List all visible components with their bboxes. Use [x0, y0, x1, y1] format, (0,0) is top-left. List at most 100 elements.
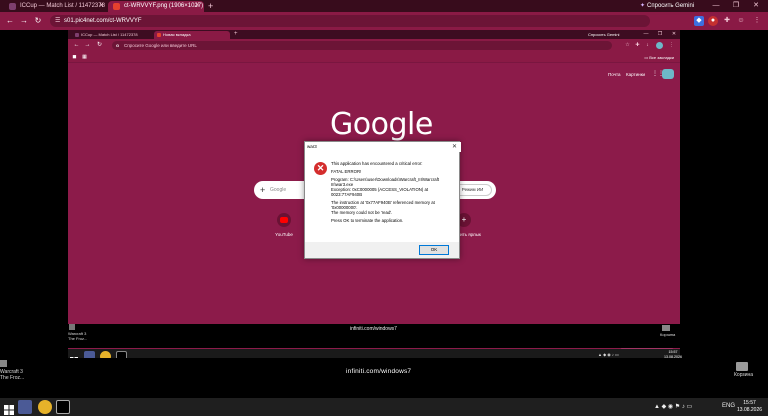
close-icon[interactable]: ✕: [195, 1, 200, 12]
extensions-puzzle-icon[interactable]: ✚: [722, 16, 732, 26]
menu-icon[interactable]: ⋮: [668, 42, 675, 49]
outer-clock[interactable]: 15:57 13.08.2026: [737, 400, 762, 414]
images-link[interactable]: Картинки: [626, 72, 645, 77]
warcraft-app-icon[interactable]: [0, 360, 7, 367]
all-bookmarks[interactable]: ▭ Все закладки: [644, 52, 674, 63]
start-button[interactable]: [4, 402, 14, 415]
error-icon: ✕: [314, 162, 327, 175]
menu-icon[interactable]: ⋮: [752, 16, 762, 26]
add-icon[interactable]: +: [260, 181, 265, 199]
apps-icon[interactable]: ▦: [81, 54, 88, 61]
bookmarks-bar: ◼ ▦ ▭ Все закладки: [68, 52, 680, 63]
message-line: Program: C:\Users\user\Downloads\Warcraf…: [331, 177, 440, 197]
inner-tab-newtab[interactable]: Новая вкладка: [154, 31, 230, 39]
recycle-bin-label: Корзина: [660, 332, 676, 337]
clock-time: 15:57: [743, 400, 756, 406]
maximize-icon[interactable]: ❐: [730, 0, 742, 12]
message-line: Press OK to terminate the application.: [331, 218, 404, 223]
tab-label: Новая вкладка: [163, 32, 191, 37]
inner-address-bar[interactable]: G Спросите Google или введите URL: [112, 41, 612, 50]
back-icon[interactable]: ←: [4, 14, 16, 28]
message-line: The instruction at '0x77AF940B' referenc…: [331, 200, 435, 215]
error-dialog: war3 ✕ ✕ This application has encountere…: [304, 141, 461, 259]
google-logo: Google: [330, 107, 433, 142]
inner-ask-gemini-button[interactable]: Спросить Gemini: [588, 30, 619, 39]
dialog-title: war3: [305, 142, 461, 152]
chrome-taskbar-icon[interactable]: [38, 400, 52, 414]
iccup-favicon-icon: [75, 33, 79, 37]
warcraft-app-icon[interactable]: [69, 324, 75, 330]
ok-button[interactable]: OK: [419, 245, 449, 255]
tab-label: ICCup — Match List / 11472378: [81, 32, 138, 37]
site-info-icon[interactable]: ☰: [55, 15, 60, 27]
reload-icon[interactable]: ↻: [32, 14, 44, 28]
iccup-favicon-icon: [9, 3, 16, 10]
download-icon[interactable]: ↓: [644, 42, 651, 49]
reload-icon[interactable]: ↻: [95, 41, 104, 50]
forward-icon[interactable]: →: [83, 41, 92, 50]
minimize-icon[interactable]: —: [710, 0, 722, 12]
inner-new-tab-button[interactable]: +: [234, 30, 238, 39]
tab-label: ICCup — Match List / 11472378: [20, 3, 105, 9]
close-icon[interactable]: ✕: [99, 1, 104, 12]
tray-icons[interactable]: ▲ ◆ ◉ ♪ ▭: [598, 352, 619, 357]
outer-toolbar: ← → ↻ ☰ s01.pic4net.com/ct-WRVVYF ◆ ● ✚ …: [0, 12, 768, 30]
shortcut-youtube[interactable]: YouTube: [264, 213, 304, 237]
inner-toolbar: ← → ↻ G Спросите Google или введите URL …: [68, 39, 680, 52]
taskbar-app-icon[interactable]: [56, 400, 70, 414]
outer-desktop: Warcraft 3 The Froz... infiniti.com/wind…: [0, 358, 768, 398]
profile-icon[interactable]: ☺: [736, 16, 746, 26]
back-icon[interactable]: ←: [72, 41, 81, 50]
tab-label: ct-WRVVYF.png (1906×1027): [124, 3, 204, 9]
omnibox-placeholder: Спросите Google или введите URL: [124, 43, 197, 48]
gemini-label: Спросить Gemini: [647, 3, 695, 9]
recycle-bin-label: Корзина: [734, 372, 754, 378]
bookmark-star-icon[interactable]: ☆: [624, 42, 631, 49]
close-window-icon[interactable]: ✕: [750, 0, 762, 12]
outer-tab-iccup[interactable]: ICCup — Match List / 11472378 ✕: [4, 1, 108, 12]
close-icon[interactable]: ✕: [452, 142, 457, 152]
desktop-app-label: Warcraft 3 The Froz...: [68, 331, 88, 341]
forward-icon[interactable]: →: [18, 14, 30, 28]
new-tab-button[interactable]: +: [208, 0, 213, 12]
message-line: FATAL ERROR!: [331, 169, 362, 174]
gmail-link[interactable]: Почта: [608, 72, 621, 77]
outer-tab-image[interactable]: ct-WRVVYF.png (1906×1027) ✕: [108, 1, 204, 12]
recycle-bin-icon[interactable]: [662, 325, 670, 331]
ask-gemini-button[interactable]: ✦ Спросить Gemini: [640, 0, 694, 12]
inner-tab-iccup[interactable]: ICCup — Match List / 11472378: [72, 31, 154, 39]
language-indicator[interactable]: ENG: [722, 403, 735, 409]
profile-avatar[interactable]: [656, 42, 663, 49]
outer-tab-strip: ICCup — Match List / 11472378 ✕ ct-WRVVY…: [0, 0, 768, 12]
tray-icons[interactable]: ▲ ◆ ◉ ⚑ ♪ ▭: [654, 403, 692, 410]
ai-mode-label: Режим ИИ: [461, 187, 484, 192]
screen: ICCup — Match List / 11472378 ✕ ct-WRVVY…: [0, 0, 768, 416]
minimize-icon[interactable]: —: [642, 30, 650, 39]
desktop-app-label: Warcraft 3 The Froz...: [0, 369, 25, 381]
watermark: infiniti.com/windows7: [346, 368, 412, 375]
apps-grid-icon[interactable]: ◼: [71, 54, 78, 61]
google-apps-icon[interactable]: ⋮⋮: [652, 71, 664, 78]
dialog-message: This application has encountered a criti…: [331, 161, 457, 226]
outer-address-bar[interactable]: ☰ s01.pic4net.com/ct-WRVVYF: [50, 15, 650, 27]
chrome-favicon-icon: [157, 33, 161, 37]
message-line: This application has encountered a criti…: [331, 161, 423, 166]
recycle-bin-icon[interactable]: [736, 362, 748, 371]
extension-icon[interactable]: ●: [708, 16, 718, 26]
extensions-puzzle-icon[interactable]: ✚: [634, 42, 641, 49]
shortcut-label: YouTube: [275, 232, 293, 237]
inner-desktop-strip: Warcraft 3 The Froz... infiniti.com/wind…: [68, 324, 680, 348]
watermark: infiniti.com/windows7: [350, 326, 397, 332]
gemini-icon: ✦: [640, 3, 646, 9]
all-bookmarks-label: Все закладки: [649, 55, 674, 60]
clock-date: 13.08.2026: [737, 407, 763, 413]
taskbar-app-icon[interactable]: [18, 400, 32, 414]
google-g-icon: G: [116, 43, 120, 48]
search-placeholder: Google: [270, 187, 287, 193]
extension-icon[interactable]: ◆: [694, 16, 704, 26]
image-favicon-icon: [113, 3, 120, 10]
account-avatar[interactable]: [662, 69, 674, 79]
maximize-icon[interactable]: ❐: [656, 30, 664, 39]
outer-taskbar: ▲ ◆ ◉ ⚑ ♪ ▭ ENG 15:57 13.08.2026: [0, 398, 768, 416]
close-window-icon[interactable]: ✕: [670, 30, 678, 39]
